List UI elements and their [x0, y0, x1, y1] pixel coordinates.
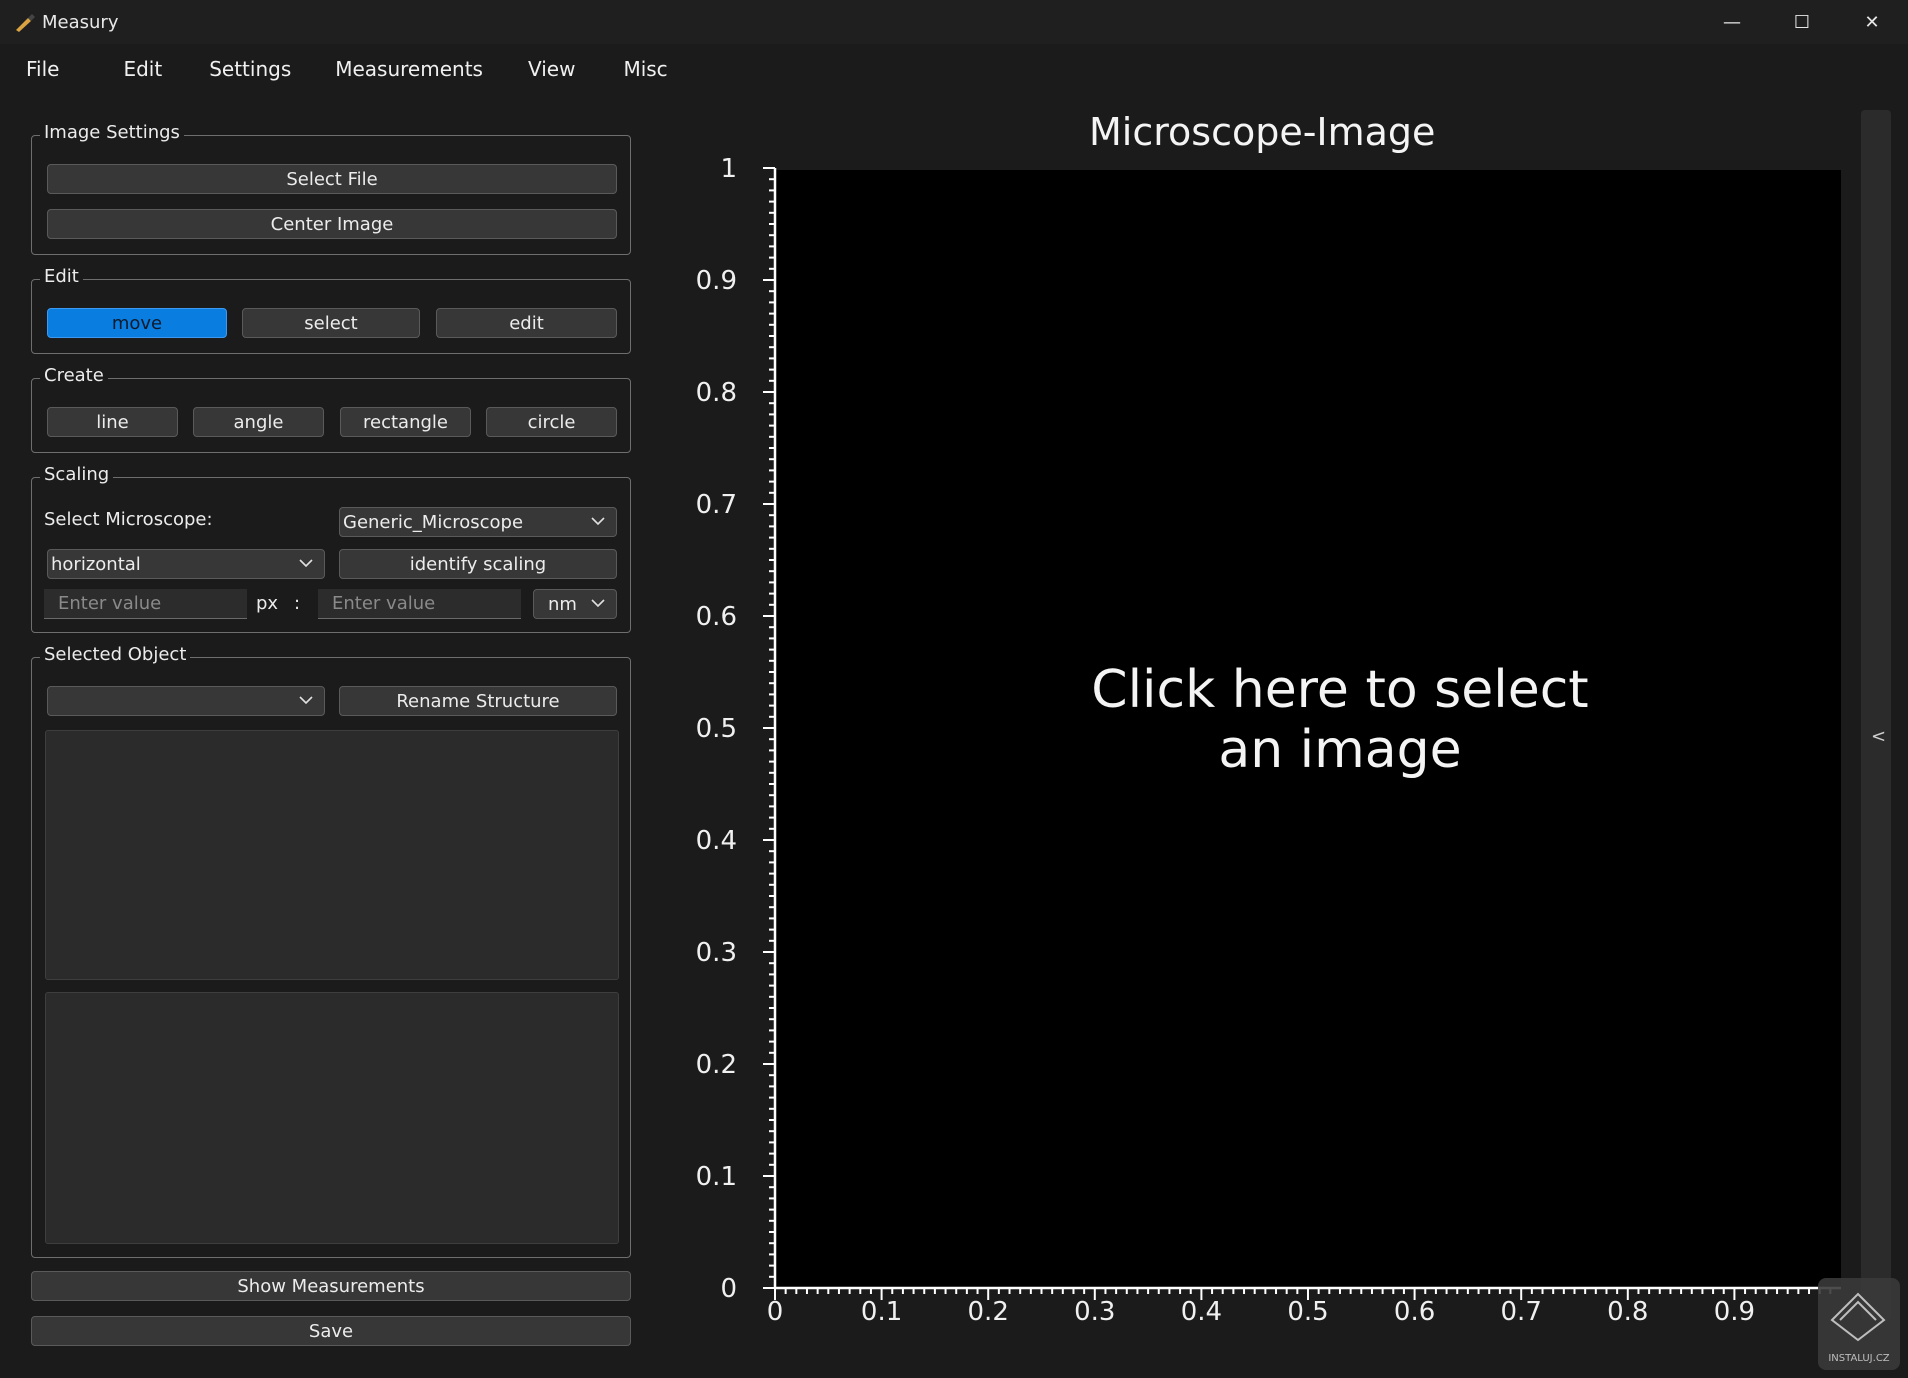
select-image-prompt[interactable]: Click here to select an image: [1060, 660, 1620, 780]
y-tick-label: 0.6: [696, 602, 737, 632]
x-tick-label: 0.2: [968, 1297, 1009, 1327]
y-tick-label: 0.8: [696, 378, 737, 408]
x-tick-label: 0.8: [1607, 1297, 1648, 1327]
x-tick-label: 0.6: [1394, 1297, 1435, 1327]
watermark-text: INSTALUJ.CZ: [1828, 1353, 1890, 1364]
x-tick-label: 0.5: [1287, 1297, 1328, 1327]
y-tick-label: 0.1: [696, 1162, 737, 1192]
x-tick-label: 0.4: [1181, 1297, 1222, 1327]
y-tick-label: 0.4: [696, 826, 737, 856]
x-tick-label: 0.9: [1714, 1297, 1755, 1327]
y-tick-label: 0.7: [696, 490, 737, 520]
side-panel-scrollbar[interactable]: [1861, 110, 1891, 1320]
x-tick-label: 0: [767, 1297, 784, 1327]
x-tick-label: 0.7: [1501, 1297, 1542, 1327]
y-tick-label: 0.3: [696, 938, 737, 968]
y-tick-label: 0.9: [696, 266, 737, 296]
watermark-logo: INSTALUJ.CZ: [1818, 1278, 1900, 1370]
y-tick-label: 0.5: [696, 714, 737, 744]
x-tick-label: 0.3: [1074, 1297, 1115, 1327]
collapse-panel-button[interactable]: <: [1871, 726, 1886, 747]
plot-axes: 0 0.1 0.2 0.3 0.4 0.5 0.6 0.7 0.8 0.9 1 0 0.1 0.2 0.3 0…: [696, 154, 1841, 1327]
prompt-line-2: an image: [1218, 720, 1462, 780]
prompt-line-1: Click here to select: [1091, 660, 1589, 720]
watermark-icon: [1830, 1292, 1886, 1342]
y-tick-label: 0.2: [696, 1050, 737, 1080]
x-tick-label: 0.1: [861, 1297, 902, 1327]
y-tick-label: 0: [720, 1274, 737, 1304]
y-tick-label: 1: [720, 154, 737, 184]
